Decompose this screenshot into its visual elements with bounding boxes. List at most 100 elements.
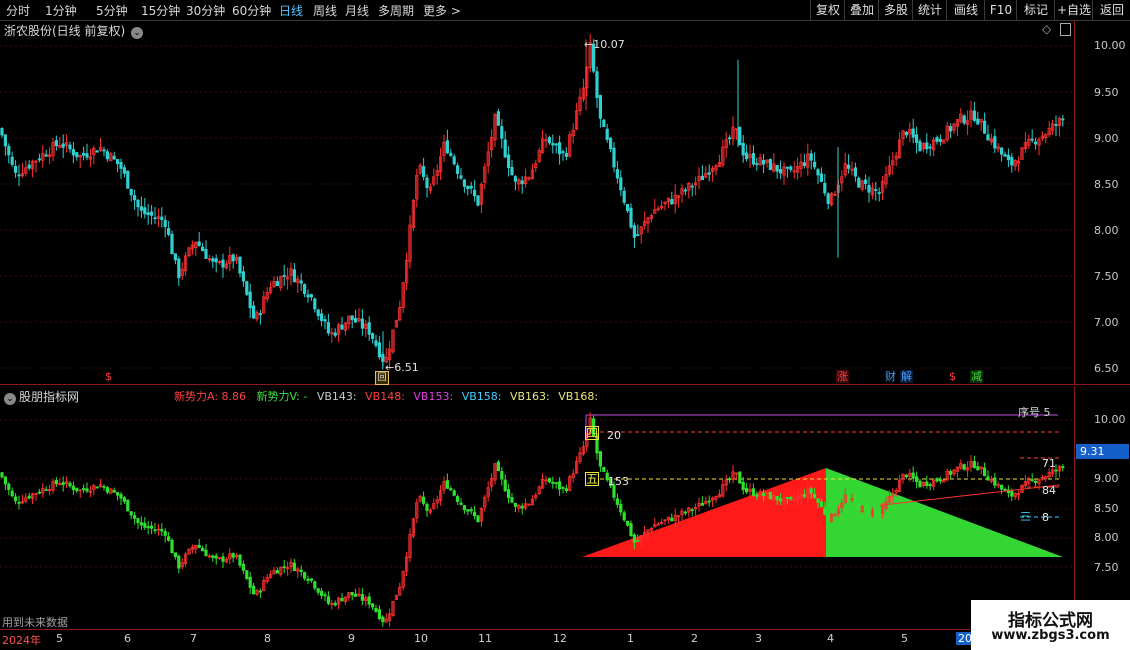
ind-candle-body — [221, 556, 225, 562]
candle-body — [126, 170, 130, 189]
ind-candle-body — [864, 505, 868, 509]
ind-candle-body — [755, 494, 759, 497]
period-tab-30min[interactable]: 30分钟 — [186, 2, 225, 19]
period-tab-monthly[interactable]: 月线 — [345, 2, 369, 19]
ind-candle-body — [707, 500, 711, 503]
candle-body — [928, 146, 932, 149]
watermark-url: www.zbgs3.com — [991, 628, 1110, 643]
stats-button[interactable]: 统计 — [912, 0, 947, 20]
ind-candle-body — [558, 481, 562, 490]
ind-candle-body — [350, 592, 354, 596]
period-tab-fenshi[interactable]: 分时 — [6, 2, 30, 19]
candle-body — [204, 249, 208, 259]
candle-body — [513, 176, 518, 182]
ind-candle-body — [326, 596, 331, 604]
ind-candle-body — [95, 486, 99, 489]
ind-candle-body — [425, 503, 429, 511]
candle-body — [1003, 154, 1007, 157]
candle-body — [248, 291, 252, 309]
candle-body — [670, 199, 674, 205]
r2-value: 84 — [1042, 484, 1056, 497]
reduce-holding-marker[interactable]: 减 — [970, 370, 983, 383]
ind-candle-body — [275, 570, 280, 574]
f10-button[interactable]: F10 — [984, 0, 1017, 20]
five-value: 153 — [608, 475, 629, 488]
period-tab-daily[interactable]: 日线 — [279, 2, 303, 19]
candle-body — [116, 158, 120, 165]
period-tab-60min[interactable]: 60分钟 — [232, 2, 271, 19]
candle-body — [520, 180, 524, 185]
candle-body — [741, 142, 745, 156]
candle-body — [299, 280, 303, 284]
candle-body — [367, 322, 371, 335]
finance-marker[interactable]: 财 — [884, 370, 897, 383]
ind-candle-body — [751, 488, 756, 496]
candle-body — [0, 128, 4, 136]
candle-body — [455, 165, 460, 174]
ind-candle-body — [146, 526, 150, 529]
candle-body — [1010, 156, 1014, 166]
fuquan-button[interactable]: 复权 — [810, 0, 845, 20]
ind-candle-body — [139, 522, 143, 526]
candle-body — [102, 149, 106, 152]
ind-candle-body — [802, 494, 807, 497]
candle-body — [551, 142, 555, 146]
ind-candle-body — [459, 502, 463, 505]
mark-button[interactable]: 标记 — [1016, 0, 1055, 20]
unlock-marker[interactable]: 解 — [900, 370, 913, 383]
ind-candle-body — [690, 509, 694, 511]
ind-candle-body — [367, 596, 371, 605]
candle-body — [200, 246, 205, 252]
back-button[interactable]: 返回 — [1092, 0, 1130, 20]
ind-candle-body — [785, 497, 790, 499]
ind-candle-body — [476, 515, 480, 523]
period-tab-weekly[interactable]: 周线 — [313, 2, 337, 19]
overlay-button[interactable]: 叠加 — [844, 0, 879, 20]
ind-candle-body — [71, 485, 75, 491]
ind-candle-body — [598, 451, 603, 467]
ind-candle-body — [700, 502, 705, 506]
add-favorite-button[interactable]: +自选 — [1054, 0, 1093, 20]
candle-body — [853, 167, 858, 177]
ind-candle-body — [826, 514, 830, 522]
ind-candle-body — [116, 492, 120, 496]
ind-candle-body — [918, 480, 922, 488]
candle-body — [789, 166, 793, 170]
candle-body — [95, 150, 99, 153]
ind-candle-body — [925, 481, 929, 487]
future-data-note: 用到未来数据 — [2, 616, 68, 629]
candle-body — [983, 120, 987, 134]
low-marker-badge[interactable]: 回 — [375, 371, 389, 385]
month-label: 2 — [691, 632, 698, 645]
dividend-marker[interactable]: $ — [948, 370, 957, 383]
candle-body — [911, 128, 915, 138]
period-tab-5min[interactable]: 5分钟 — [96, 2, 128, 19]
ind-candle-body — [163, 531, 167, 536]
ind-candle-body — [500, 471, 504, 480]
ind-candle-body — [3, 476, 7, 485]
candle-body — [993, 136, 997, 149]
period-tab-more[interactable]: 更多 > — [423, 2, 461, 19]
candle-body — [316, 309, 320, 317]
period-tab-multi[interactable]: 多周期 — [378, 2, 414, 19]
candle-body — [745, 152, 749, 160]
multi-stock-button[interactable]: 多股 — [878, 0, 913, 20]
ind-candle-body — [632, 534, 637, 543]
period-tab-15min[interactable]: 15分钟 — [141, 2, 180, 19]
candle-body — [762, 159, 766, 165]
candle-body — [779, 169, 783, 174]
limit-up-marker[interactable]: 涨 — [836, 370, 849, 383]
ind-candle-body — [993, 477, 997, 486]
ind-candle-body — [374, 607, 378, 612]
candle-body — [775, 165, 779, 172]
candle-body — [105, 151, 109, 160]
draw-line-button[interactable]: 画线 — [946, 0, 985, 20]
candle-body — [864, 179, 868, 185]
candle-body — [802, 162, 807, 166]
dividend-marker[interactable]: $ — [104, 370, 113, 383]
ind-candle-body — [105, 487, 109, 493]
candle-body — [925, 142, 929, 150]
candle-body — [160, 216, 164, 220]
period-tab-1min[interactable]: 1分钟 — [45, 2, 77, 19]
candle-body — [935, 137, 939, 142]
